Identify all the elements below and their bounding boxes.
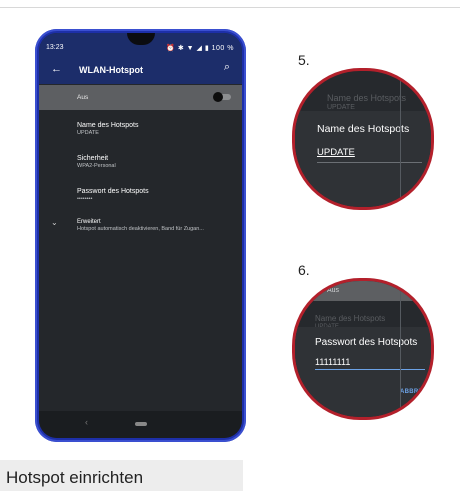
page-title: WLAN-Hotspot [79,65,143,75]
setting-subtitle: UPDATE [77,130,99,136]
dialog-title: Name des Hotspots [317,123,410,135]
zoom-bg-subtext: UPDATE [327,104,355,111]
nav-back-icon[interactable]: ‹ [85,417,88,427]
zoom-toggle-row [295,281,431,301]
phone-frame: 13:23 ⏰ ✱ ▼ ◢ ▮ 100 % ← WLAN-Hotspot ⌕ A… [35,29,246,442]
setting-title: Passwort des Hotspots [77,188,149,195]
back-arrow-icon[interactable]: ← [51,63,62,75]
phone-screen: 13:23 ⏰ ✱ ▼ ◢ ▮ 100 % ← WLAN-Hotspot ⌕ A… [39,33,242,438]
zoom-divider-line [400,71,401,207]
zoom-circle-step-5: Name des Hotspots UPDATE Name des Hotspo… [292,68,434,210]
navigation-bar: ‹ [39,411,242,438]
toggle-label: Aus [77,94,89,101]
zoom-bg-text: Aus [327,287,340,294]
setting-title: Name des Hotspots [77,122,139,129]
setting-title: Erweitert [77,219,101,225]
zoom-bg-text: Name des Hotspots [327,93,407,103]
dialog-input-underline [317,162,422,163]
dialog-input-underline [315,369,425,370]
hotspot-toggle-row[interactable]: Aus [39,85,242,110]
dialog-cancel-button[interactable]: AB [416,183,425,189]
caption-text: Hotspot einrichten [6,468,144,487]
setting-subtitle: WPA2-Personal [77,163,116,169]
zoom-bg-subtext: Name des Hotspots [315,314,386,323]
nav-home-pill[interactable] [135,422,147,426]
setting-title: Sicherheit [77,155,109,162]
status-time: 13:23 [46,44,64,51]
hotspot-switch[interactable] [213,92,231,102]
setting-hotspot-password[interactable]: Passwort des Hotspots •••••••• [77,188,237,202]
chevron-down-icon: ⌄ [51,218,58,227]
setting-advanced[interactable]: Erweitert Hotspot automatisch deaktivier… [77,219,237,232]
rename-dialog: Name des Hotspots UPDATE AB [295,111,431,207]
zoom-divider-line [400,281,401,417]
dialog-cancel-button[interactable]: ABBREC [400,389,427,395]
search-icon[interactable]: ⌕ [224,61,230,74]
top-divider [0,7,460,8]
setting-security[interactable]: Sicherheit WPA2-Personal [77,155,237,169]
setting-subtitle: Hotspot automatisch deaktivieren, Band f… [77,226,204,232]
dialog-title: Passwort des Hotspots [315,337,418,348]
step-label-5: 5. [298,52,310,68]
dialog-password-input[interactable]: 11111111 [315,357,350,367]
password-dialog: Passwort des Hotspots 11111111 ABBREC [295,327,431,417]
status-icons: ⏰ ✱ ▼ ◢ ▮ 100 % [166,45,234,52]
app-bar: ← WLAN-Hotspot ⌕ [39,57,242,84]
switch-knob [213,92,223,102]
dialog-input-value[interactable]: UPDATE [317,147,355,158]
zoom-circle-step-6: Aus Name des Hotspots UPDATE Passwort de… [292,278,434,420]
caption-bar: Hotspot einrichten [0,460,243,491]
step-label-6: 6. [298,262,310,278]
setting-subtitle: •••••••• [77,196,93,202]
setting-hotspot-name[interactable]: Name des Hotspots UPDATE [77,122,237,136]
